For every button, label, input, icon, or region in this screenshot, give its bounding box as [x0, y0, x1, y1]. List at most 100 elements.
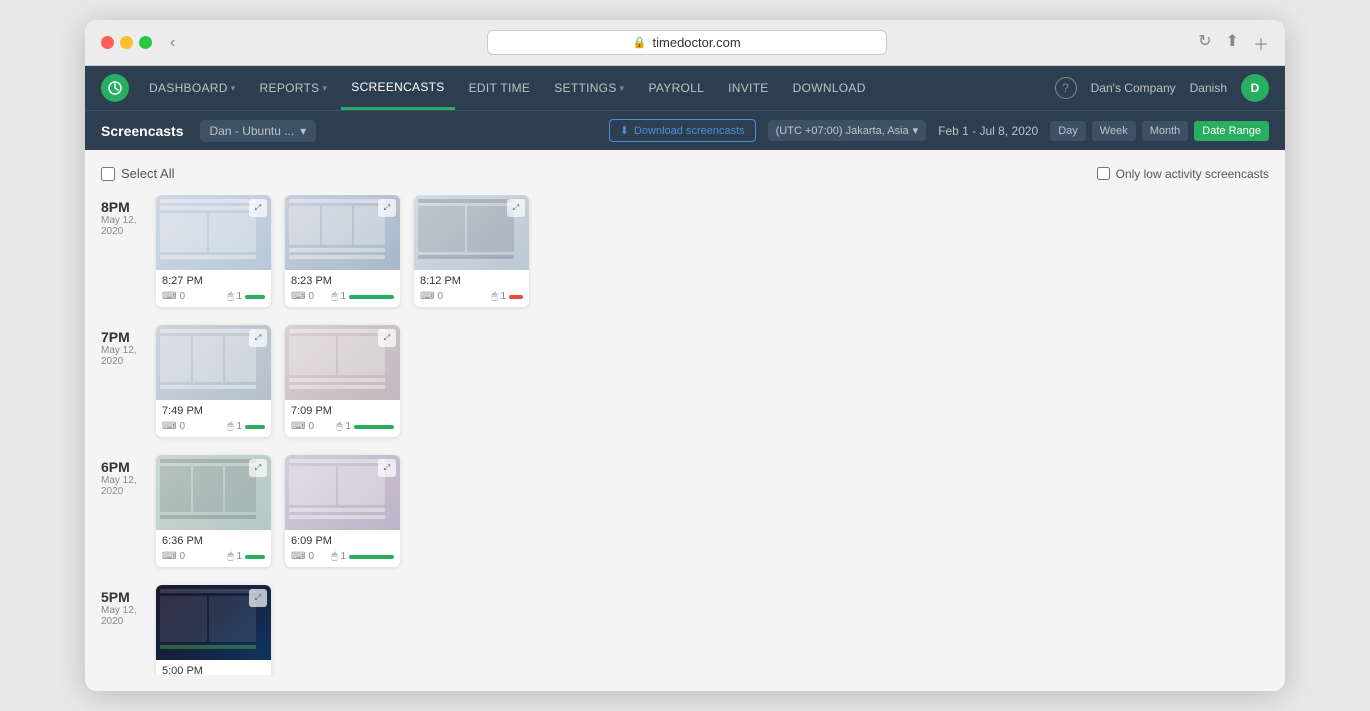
sc-meta-right: 🖱 1	[227, 551, 265, 562]
activity-bar	[509, 295, 523, 299]
nav-item-download[interactable]: DOWNLOAD	[783, 66, 876, 110]
mouse-icon: 🖱	[227, 421, 233, 432]
minimize-button[interactable]	[120, 36, 133, 49]
screenshot-thumbnail[interactable]: ⤢	[285, 195, 400, 270]
nav-item-dashboard[interactable]: DASHBOARD ▾	[139, 66, 246, 110]
download-screencasts-button[interactable]: ⬇ Download screencasts	[609, 119, 756, 142]
screenshot-thumbnail[interactable]: ⤢	[285, 455, 400, 530]
hour-block-6pm: 6PM May 12, 2020	[101, 455, 1269, 567]
share-icon[interactable]: ⬆	[1226, 31, 1239, 55]
content-toolbar: Select All Only low activity screencasts	[101, 166, 1269, 181]
sc-info: 6:09 PM ⌨ 0 🖱 1	[285, 530, 400, 567]
screenshot-thumbnail[interactable]: ⤢	[156, 325, 271, 400]
chevron-down-icon: ▾	[231, 83, 236, 94]
low-activity-label[interactable]: Only low activity screencasts	[1116, 167, 1269, 181]
activity-bar	[245, 295, 265, 299]
screenshot-thumbnail[interactable]: ⤢	[156, 585, 271, 660]
new-tab-icon[interactable]: ＋	[1253, 31, 1269, 55]
expand-button[interactable]: ⤢	[249, 589, 267, 607]
sc-meta: ⌨ 0 🖱 1	[162, 421, 265, 432]
select-all-checkbox[interactable]	[101, 167, 115, 181]
lock-icon: 🔒	[633, 36, 647, 49]
sc-info: 7:49 PM ⌨ 0 🖱 1	[156, 400, 271, 437]
sc-meta: ⌨ 0 🖱 1	[162, 291, 265, 302]
sc-meta-left: ⌨ 0	[291, 551, 314, 562]
nav-item-reports[interactable]: REPORTS ▾	[250, 66, 338, 110]
screencast-card: ⤢ 8:12 PM ⌨ 0 🖱	[414, 195, 529, 307]
nav-item-screencasts[interactable]: SCREENCASTS	[341, 66, 454, 110]
user-avatar[interactable]: D	[1241, 74, 1269, 102]
screencasts-list: 8PM May 12, 2020	[101, 195, 1269, 675]
expand-button[interactable]: ⤢	[249, 459, 267, 477]
sc-meta-right: 🖱 1	[336, 421, 394, 432]
select-all-wrapper: Select All	[101, 166, 174, 181]
day-button[interactable]: Day	[1050, 121, 1086, 141]
expand-button[interactable]: ⤢	[378, 329, 396, 347]
low-activity-checkbox[interactable]	[1097, 167, 1110, 180]
url-display: timedoctor.com	[653, 35, 741, 50]
screencasts-row-5pm: ⤢ 5:00 PM ⌨ 0 🖱	[156, 585, 271, 675]
download-icon: ⬇	[620, 124, 629, 137]
nav-item-invite[interactable]: INVITE	[718, 66, 778, 110]
screencasts-row-6pm: ⤢ 6:36 PM ⌨ 0 🖱	[156, 455, 400, 567]
sc-meta-right: 🖱 1	[331, 291, 394, 302]
mouse-icon: 🖱	[227, 551, 233, 562]
week-button[interactable]: Week	[1092, 121, 1136, 141]
expand-button[interactable]: ⤢	[378, 199, 396, 217]
screenshot-thumbnail[interactable]: ⤢	[285, 325, 400, 400]
chevron-down-icon: ▾	[322, 83, 327, 94]
sc-meta-left: ⌨ 0	[420, 291, 443, 302]
sc-meta-left: ⌨ 0	[291, 421, 314, 432]
sc-meta-right: 🖱 1	[491, 291, 523, 302]
sc-meta-left: ⌨ 0	[162, 291, 185, 302]
close-button[interactable]	[101, 36, 114, 49]
screenshot-thumbnail[interactable]: ⤢	[156, 195, 271, 270]
timezone-selector[interactable]: (UTC +07:00) Jakarta, Asia ▾	[768, 120, 927, 141]
sc-meta: ⌨ 0 🖱 1	[420, 291, 523, 302]
sc-meta-left: ⌨ 0	[162, 551, 185, 562]
hour-label-7pm: 7PM May 12, 2020	[101, 325, 156, 367]
sc-meta-left: ⌨ 0	[291, 291, 314, 302]
screencast-card: ⤢ 8:23 PM ⌨ 0 🖱	[285, 195, 400, 307]
nav-item-settings[interactable]: SETTINGS ▾	[544, 66, 634, 110]
help-icon[interactable]: ?	[1055, 77, 1077, 99]
nav-right: ? Dan's Company Danish D	[1055, 74, 1269, 102]
keyboard-icon: ⌨	[162, 551, 176, 562]
chevron-down-icon: ▾	[913, 124, 919, 137]
sc-meta: ⌨ 0 🖱 1	[291, 291, 394, 302]
date-range-display: Feb 1 - Jul 8, 2020	[938, 124, 1038, 138]
sc-meta: ⌨ 0 🖱 1	[291, 551, 394, 562]
app: DASHBOARD ▾ REPORTS ▾ SCREENCASTS EDIT T…	[85, 66, 1285, 691]
screenshot-thumbnail[interactable]: ⤢	[414, 195, 529, 270]
month-button[interactable]: Month	[1142, 121, 1189, 141]
maximize-button[interactable]	[139, 36, 152, 49]
screencast-card: ⤢ 6:36 PM ⌨ 0 🖱	[156, 455, 271, 567]
reload-icon[interactable]: ↻	[1198, 31, 1211, 55]
hour-label-8pm: 8PM May 12, 2020	[101, 195, 156, 237]
browser-window: ‹ 🔒 timedoctor.com ↻ ⬆ ＋ DASHBOARD ▾	[85, 20, 1285, 691]
select-all-label[interactable]: Select All	[121, 166, 174, 181]
screenshot-thumbnail[interactable]: ⤢	[156, 455, 271, 530]
expand-button[interactable]: ⤢	[249, 329, 267, 347]
expand-button[interactable]: ⤢	[507, 199, 525, 217]
nav-items: DASHBOARD ▾ REPORTS ▾ SCREENCASTS EDIT T…	[139, 66, 1055, 110]
mouse-icon: 🖱	[331, 551, 337, 562]
mouse-icon: 🖱	[331, 291, 337, 302]
expand-button[interactable]: ⤢	[249, 199, 267, 217]
browser-actions: ↻ ⬆ ＋	[1198, 31, 1269, 55]
hour-label-5pm: 5PM May 12, 2020	[101, 585, 156, 627]
hour-label-6pm: 6PM May 12, 2020	[101, 455, 156, 497]
nav-item-edittime[interactable]: EDIT TIME	[459, 66, 541, 110]
nav-item-payroll[interactable]: PAYROLL	[638, 66, 714, 110]
keyboard-icon: ⌨	[420, 291, 434, 302]
sc-meta-right: 🖱 1	[227, 291, 265, 302]
company-name[interactable]: Dan's Company	[1091, 81, 1176, 95]
user-selector[interactable]: Dan - Ubuntu ... ▾	[200, 120, 317, 142]
date-range-button[interactable]: Date Range	[1194, 121, 1269, 141]
address-bar[interactable]: 🔒 timedoctor.com	[487, 30, 887, 55]
back-button[interactable]: ‹	[170, 34, 175, 52]
expand-button[interactable]: ⤢	[378, 459, 396, 477]
language-selector[interactable]: Danish	[1190, 81, 1227, 95]
keyboard-icon: ⌨	[162, 291, 176, 302]
mouse-icon: 🖱	[227, 291, 233, 302]
